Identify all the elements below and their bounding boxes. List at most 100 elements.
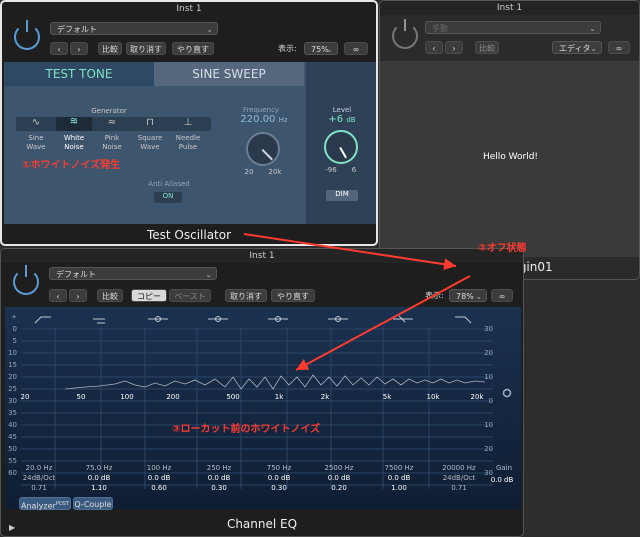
band-p2-value[interactable]: 0.20 <box>319 483 359 493</box>
band-freq-value[interactable]: 20.0 Hz <box>19 463 59 473</box>
db-tick-label: 45 <box>8 433 17 441</box>
redo-button[interactable]: やり直す <box>172 42 214 55</box>
undo-button[interactable]: 取り消す <box>225 289 267 302</box>
band-p2-value[interactable]: 1.00 <box>379 483 419 493</box>
freq-tick-label: 5k <box>382 393 392 401</box>
band-p1-value[interactable]: 0.0 dB <box>319 473 359 483</box>
band-freq-value[interactable]: 750 Hz <box>259 463 299 473</box>
compare-button[interactable]: 比較 <box>98 42 122 55</box>
db-tick-label: 15 <box>8 361 17 369</box>
freq-tick-label: 50 <box>76 393 86 401</box>
analyzer-button[interactable]: AnalyzerPOST <box>19 497 71 511</box>
wave-square-label: Square Wave <box>137 134 163 151</box>
wave-white-noise-icon[interactable]: ≋ <box>56 117 92 131</box>
link-button[interactable]: ∞ <box>491 289 513 302</box>
frequency-knob[interactable] <box>246 132 280 166</box>
power-icon[interactable] <box>392 19 418 49</box>
prev-button[interactable]: ‹ <box>425 41 443 54</box>
view-label: 表示: <box>425 291 444 300</box>
channel-eq-window: Inst 1 デフォルト ⌄ ‹ › 比較 コピー ペースト 取り消す やり直す … <box>0 248 524 537</box>
right-db-tick-label: 30 <box>484 325 493 333</box>
wave-white-noise-label: White Noise <box>63 134 85 151</box>
band-p1-value[interactable]: 0.0 dB <box>379 473 419 483</box>
qcouple-button[interactable]: Q-Couple <box>73 497 113 510</box>
wave-square-icon[interactable]: ⊓ <box>132 118 168 128</box>
freq-tick-label: 500 <box>226 393 240 401</box>
eq-display: +0 5 10 15 20 25 30 35 40 45 50 55 60 30 20 10 0 10 20 30 … <box>5 307 521 509</box>
freq-tick-label: 100 <box>120 393 134 401</box>
band-p2-value[interactable]: 1.10 <box>79 483 119 493</box>
preset-dropdown[interactable]: デフォルト ⌄ <box>49 267 217 280</box>
band-p2-value[interactable]: 0.30 <box>199 483 239 493</box>
copy-button[interactable]: コピー <box>131 289 167 302</box>
band-freq-value[interactable]: 75.0 Hz <box>79 463 119 473</box>
freq-tick-label: 200 <box>166 393 180 401</box>
band-p1-value[interactable]: 24dB/Oct <box>19 473 59 483</box>
prev-button[interactable]: ‹ <box>49 289 67 302</box>
wave-sine-icon[interactable]: ∿ <box>18 118 54 128</box>
prev-button[interactable]: ‹ <box>50 42 68 55</box>
zoom-dropdown[interactable]: 78% ⌄ <box>449 289 487 302</box>
db-tick-label: 0 <box>12 325 17 333</box>
title-bar[interactable]: Inst 1 <box>2 2 376 16</box>
band-freq-value[interactable]: 2500 Hz <box>319 463 359 473</box>
dim-button[interactable]: DIM <box>326 190 358 201</box>
band-p1-value[interactable]: 0.0 dB <box>259 473 299 483</box>
window-title: Inst 1 <box>496 3 523 13</box>
paste-button[interactable]: ペースト <box>169 289 211 302</box>
band-p2-value[interactable]: 0.71 <box>439 483 479 493</box>
link-button[interactable]: ∞ <box>344 42 368 55</box>
db-tick-label: 35 <box>8 409 17 417</box>
undo-button[interactable]: 取り消す <box>126 42 166 55</box>
band-freq-value[interactable]: 100 Hz <box>139 463 179 473</box>
title-bar[interactable]: Inst 1 <box>1 249 523 263</box>
next-button[interactable]: › <box>69 289 87 302</box>
db-tick-label: 50 <box>8 445 17 453</box>
band-p2-value[interactable]: 0.30 <box>259 483 299 493</box>
preset-value: デフォルト <box>57 25 97 34</box>
zoom-dropdown[interactable]: 75% ⌄ <box>304 42 338 55</box>
band-p2-value[interactable]: 0.60 <box>139 483 179 493</box>
analyzer-badge: POST <box>55 501 69 507</box>
analyzer-label: Analyzer <box>21 501 56 511</box>
link-button[interactable]: ∞ <box>608 41 630 54</box>
compare-button[interactable]: 比較 <box>97 289 123 302</box>
generator-label: Generator <box>91 107 127 115</box>
tab-test-tone[interactable]: TEST TONE <box>4 62 154 86</box>
db-tick-label: 60 <box>8 469 17 477</box>
db-tick-label: + <box>11 313 17 321</box>
test-oscillator-window: Inst 1 デフォルト ⌄ ‹ › 比較 取り消す やり直す 表示: 75% ⌄ … <box>0 0 378 246</box>
band-p1-value[interactable]: 24dB/Oct <box>439 473 479 483</box>
band-freq-value[interactable]: 20000 Hz <box>439 463 479 473</box>
wave-pink-noise-icon[interactable]: ≈ <box>94 118 130 128</box>
band-freq-value[interactable]: 7500 Hz <box>379 463 419 473</box>
band-p1-value[interactable]: 0.0 dB <box>139 473 179 483</box>
editor-dropdown[interactable]: エディタ ⌄ <box>552 41 602 54</box>
redo-button[interactable]: やり直す <box>271 289 315 302</box>
preset-dropdown[interactable]: デフォルト ⌄ <box>50 22 218 35</box>
plugin-name: Test Oscillator <box>146 228 232 242</box>
band-p1-value[interactable]: 0.0 dB <box>199 473 239 483</box>
wave-needle-icon[interactable]: ⊥ <box>170 118 206 128</box>
band-freq-value[interactable]: 250 Hz <box>199 463 239 473</box>
power-icon[interactable] <box>13 265 39 295</box>
chevron-down-icon: ⌄ <box>205 270 212 279</box>
band-p1-value[interactable]: 0.0 dB <box>79 473 119 483</box>
band-p2-value[interactable]: 0.71 <box>19 483 59 493</box>
gain-value[interactable]: 0.0 dB <box>483 475 521 485</box>
level-knob[interactable] <box>324 130 358 164</box>
power-icon[interactable] <box>14 20 40 50</box>
preset-value: デフォルト <box>56 270 96 279</box>
freq-tick-label: 20k <box>470 393 484 401</box>
right-db-tick-label: 10 <box>484 373 493 381</box>
preset-dropdown[interactable]: 手動 ⌄ <box>425 21 601 34</box>
freq-tick-label: 20 <box>20 393 30 401</box>
tab-sine-sweep[interactable]: SINE SWEEP <box>154 62 304 86</box>
level-value: +6 dB <box>328 114 356 125</box>
anti-aliased-toggle[interactable]: ON <box>154 192 182 203</box>
db-tick-label: 5 <box>12 337 17 345</box>
next-button[interactable]: › <box>445 41 463 54</box>
next-button[interactable]: › <box>70 42 88 55</box>
compare-button[interactable]: 比較 <box>475 41 499 54</box>
title-bar[interactable]: Inst 1 <box>380 1 639 15</box>
